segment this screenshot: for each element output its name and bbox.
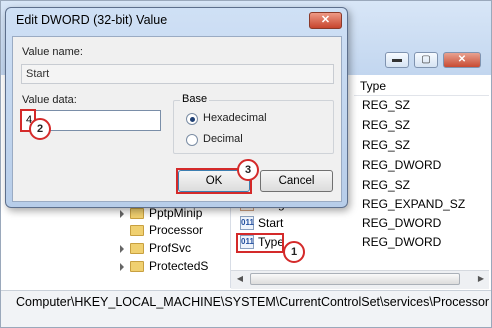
folder-icon [130, 243, 144, 255]
tree-item-label: PptpMinip [149, 206, 203, 220]
tree-item-processor[interactable]: Processor [120, 221, 203, 240]
window-close-button[interactable]: ✕ [443, 52, 481, 68]
column-header-type[interactable]: Type [354, 76, 489, 96]
value-type: REG_SZ [362, 138, 411, 152]
value-type: REG_EXPAND_SZ [362, 197, 466, 211]
folder-open-icon [130, 225, 144, 237]
tree-item-label: Processor [149, 223, 204, 237]
scroll-right-icon[interactable]: ▶ [474, 272, 488, 286]
folder-icon [130, 208, 144, 220]
hexadecimal-label[interactable]: Hexadecimal [203, 112, 267, 124]
maximize-button[interactable]: ▢ [414, 52, 438, 68]
base-label: Base [180, 93, 210, 105]
scroll-left-icon[interactable]: ◀ [233, 272, 247, 286]
start-highlight [236, 233, 284, 253]
value-name-field: Start [21, 64, 334, 84]
value-name: Start [258, 216, 284, 230]
tree-item[interactable]: ProfSvc [120, 239, 191, 258]
decimal-radio[interactable] [186, 134, 198, 146]
value-type: REG_DWORD [362, 235, 442, 249]
tree-item-label: ProtectedS [149, 259, 209, 273]
callout-badge: 2 [29, 118, 51, 140]
minimize-button[interactable]: ▬ [385, 52, 409, 68]
value-type: REG_SZ [362, 118, 411, 132]
cancel-button[interactable]: Cancel [260, 170, 333, 192]
folder-icon [130, 261, 144, 273]
value-type: REG_DWORD [362, 158, 442, 172]
tree-item-label: ProfSvc [149, 241, 192, 255]
value-name-label: Value name: [22, 46, 83, 58]
callout-badge: 1 [283, 241, 305, 263]
registry-path: Computer\HKEY_LOCAL_MACHINE\SYSTEM\Curre… [16, 295, 490, 309]
tree-item[interactable]: ProtectedS [120, 257, 208, 276]
value-row-start[interactable]: 011 Start REG_DWORD [240, 214, 485, 233]
callout-badge: 3 [237, 159, 259, 181]
dword-value-icon: 011 [240, 216, 254, 230]
dialog-close-button[interactable]: ✕ [309, 12, 342, 29]
value-type: REG_SZ [362, 98, 411, 112]
base-groupbox [173, 100, 334, 154]
expand-arrow-icon[interactable] [120, 262, 124, 271]
scrollbar-thumb[interactable] [250, 273, 460, 285]
hexadecimal-radio[interactable] [186, 113, 198, 125]
expand-arrow-icon[interactable] [120, 209, 124, 218]
dialog-title: Edit DWORD (32-bit) Value [16, 13, 168, 27]
decimal-label[interactable]: Decimal [203, 133, 243, 145]
expand-arrow-icon[interactable] [120, 244, 124, 253]
value-type: REG_DWORD [362, 216, 442, 230]
value-data-label: Value data: [22, 94, 77, 106]
value-type: REG_SZ [362, 178, 411, 192]
